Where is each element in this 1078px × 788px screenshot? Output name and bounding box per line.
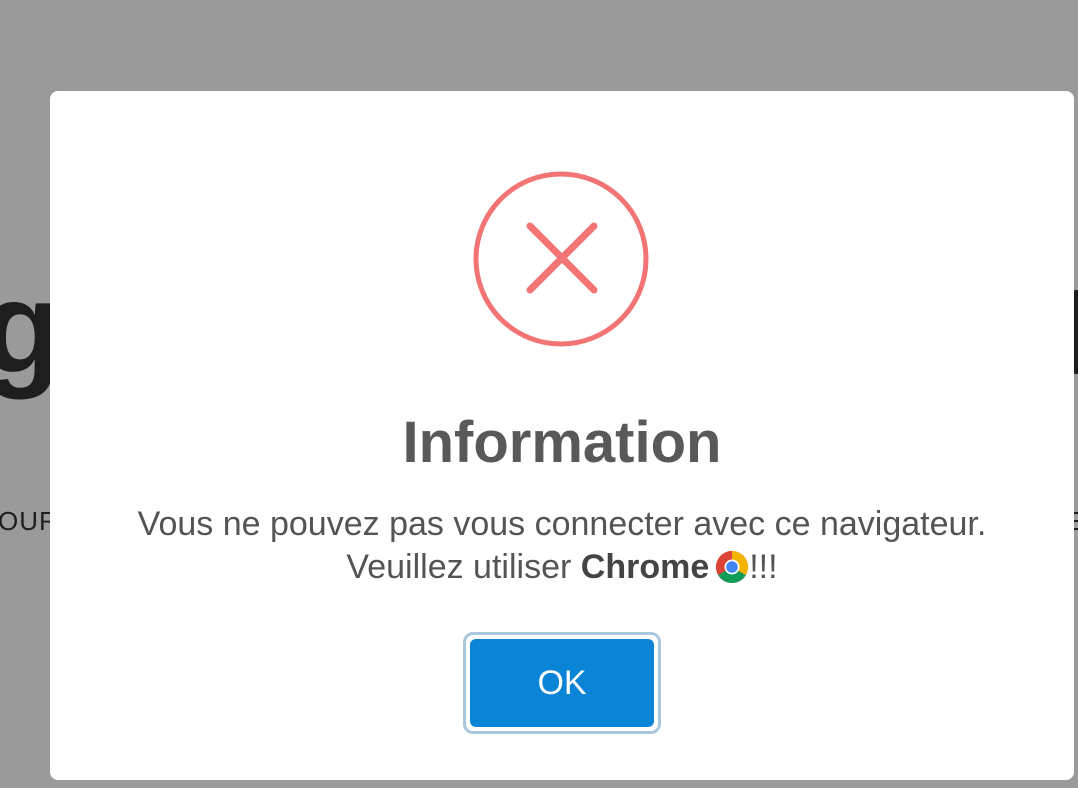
dialog-title: Information: [402, 410, 722, 475]
message-line-2: Veuillez utiliser Chrome !!!: [50, 546, 1074, 589]
ok-button-label: OK: [470, 639, 654, 727]
chrome-icon: [716, 551, 749, 584]
error-x-icon: [473, 171, 649, 347]
dialog-message: Vous ne pouvez pas vous connecter avec c…: [50, 503, 1074, 589]
message-line-1: Vous ne pouvez pas vous connecter avec c…: [137, 505, 987, 543]
browser-name: Chrome: [580, 548, 710, 586]
information-dialog: Information Vous ne pouvez pas vous conn…: [50, 91, 1074, 780]
message-prefix: Veuillez utiliser: [346, 548, 572, 586]
message-suffix: !!!: [749, 548, 778, 586]
ok-button[interactable]: OK: [463, 632, 661, 734]
